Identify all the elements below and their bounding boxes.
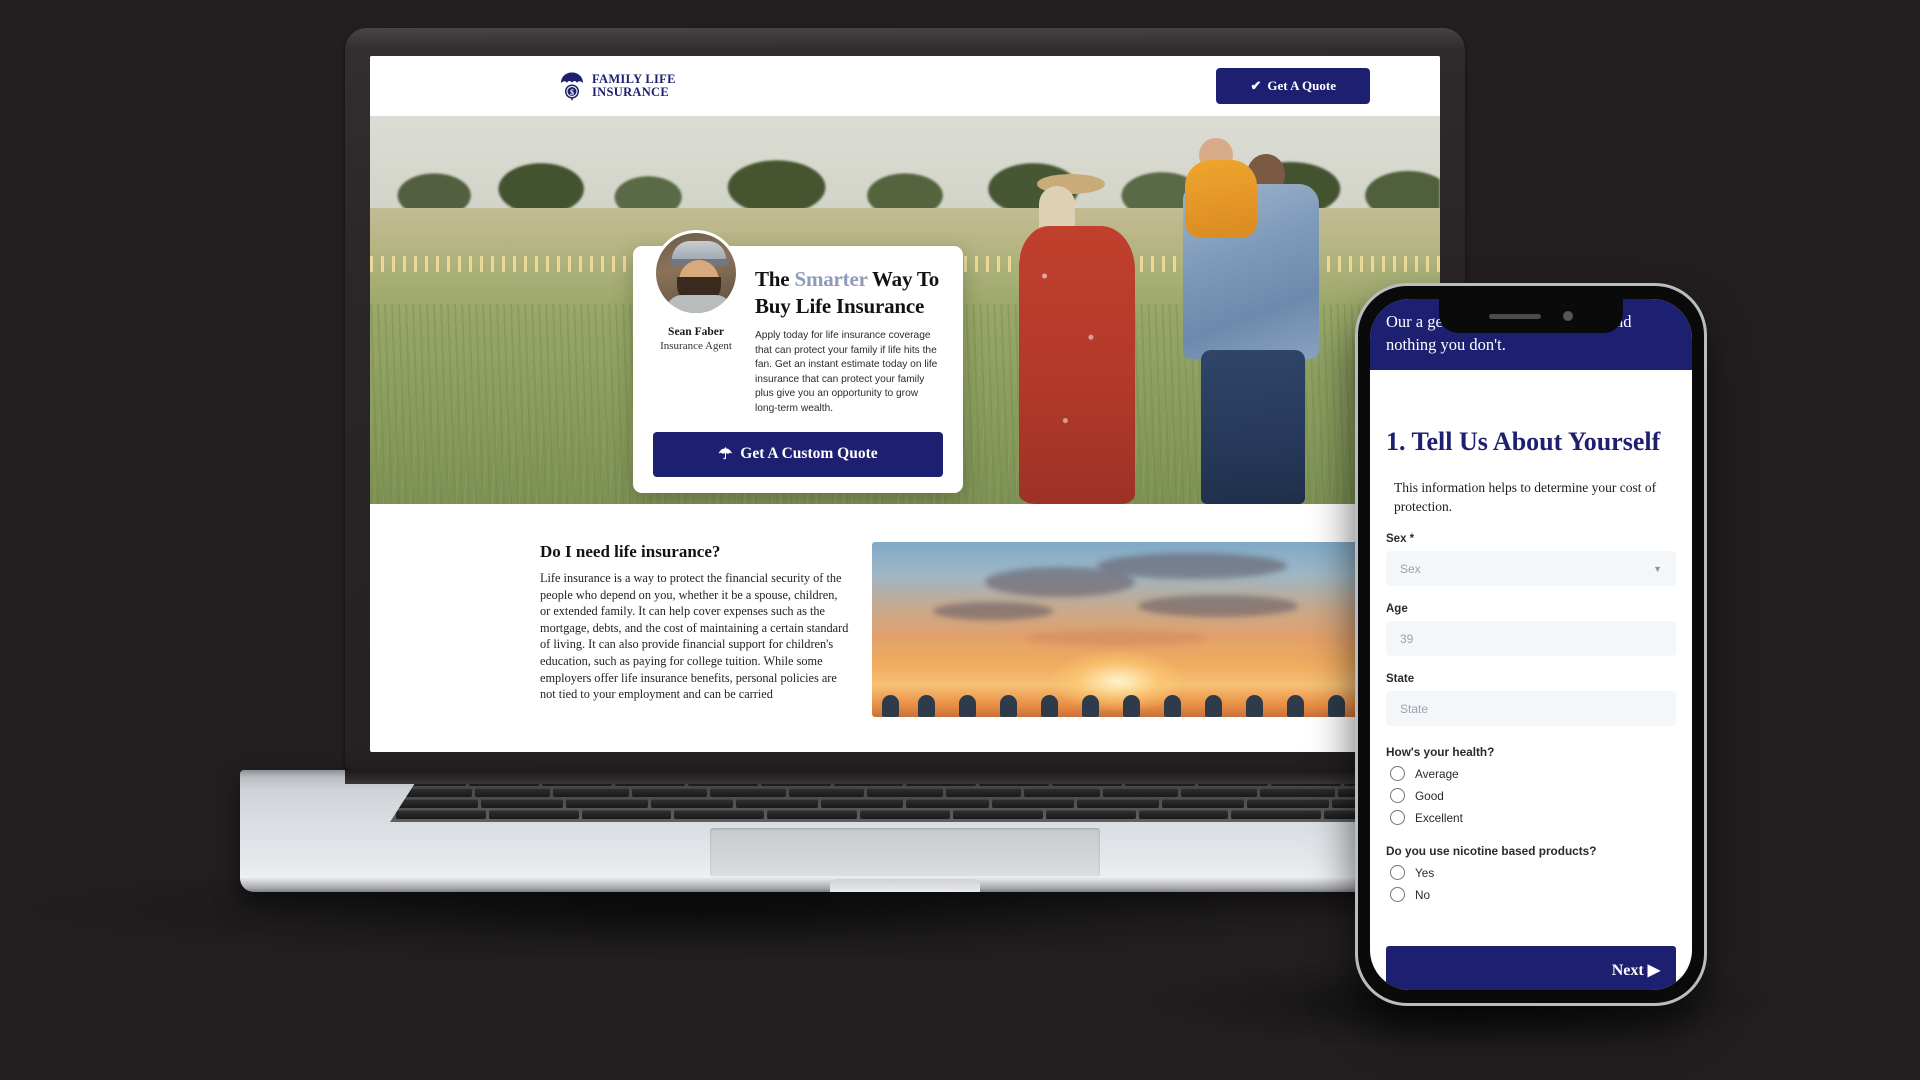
radio-label: No	[1415, 887, 1431, 902]
crowd-silhouettes	[872, 691, 1384, 717]
radio-icon[interactable]	[1390, 766, 1405, 781]
age-label: Age	[1386, 603, 1408, 615]
hero-figure-woman	[1017, 174, 1135, 504]
agent-name: Sean Faber	[668, 326, 724, 338]
phone-form: 1. Tell Us About Yourself This informati…	[1370, 422, 1692, 902]
get-a-quote-button[interactable]: ✔ Get A Quote	[1216, 68, 1370, 104]
get-custom-quote-button[interactable]: ☂ Get A Custom Quote	[653, 431, 943, 477]
laptop-screen: $ FAMILY LIFE INSURANCE ✔ Get A Quote Se…	[370, 56, 1440, 752]
chevron-down-icon: ▼	[1653, 563, 1662, 574]
sex-placeholder: Sex	[1400, 561, 1421, 576]
radio-label: Good	[1415, 788, 1444, 803]
article-body: Life insurance is a way to protect the f…	[540, 571, 849, 702]
laptop-base-notch	[830, 879, 980, 892]
play-triangle-icon: ▶	[1647, 962, 1660, 979]
radio-icon[interactable]	[1390, 810, 1405, 825]
state-input[interactable]: State	[1386, 691, 1676, 726]
laptop-device: $ FAMILY LIFE INSURANCE ✔ Get A Quote Se…	[240, 28, 1570, 892]
agent-role: Insurance Agent	[660, 340, 732, 352]
age-input[interactable]: 39	[1386, 621, 1676, 656]
form-heading: 1. Tell Us About Yourself	[1386, 427, 1661, 456]
field-group-sex: Sex * Sex ▼	[1386, 533, 1676, 586]
phone-screen: Our a get the coverage you need, and not…	[1370, 299, 1692, 990]
logo-text: FAMILY LIFE INSURANCE	[592, 71, 676, 99]
hero-title-accent: Smarter	[794, 267, 868, 291]
earpiece-speaker-icon	[1489, 313, 1541, 319]
radio-label: Yes	[1415, 865, 1435, 880]
agent-avatar	[653, 230, 739, 316]
radio-option-average[interactable]: Average	[1386, 766, 1676, 781]
age-placeholder: 39	[1400, 631, 1414, 646]
state-placeholder: State	[1400, 701, 1429, 716]
nicotine-question-label: Do you use nicotine based products?	[1386, 844, 1597, 858]
laptop-hinge	[345, 770, 1465, 784]
radio-option-no[interactable]: No	[1386, 887, 1676, 902]
umbrella-icon: ☂	[718, 445, 733, 463]
site-logo[interactable]: $ FAMILY LIFE INSURANCE	[559, 71, 676, 101]
hero-quote-card: Sean Faber Insurance Agent The Smarter W…	[633, 230, 963, 493]
article-heading: Do I need life insurance?	[540, 542, 721, 561]
hero-title: The Smarter Way To Buy Life Insurance	[755, 267, 940, 318]
get-a-quote-label: Get A Quote	[1267, 78, 1336, 93]
next-label: Next	[1611, 962, 1644, 979]
check-icon: ✔	[1250, 78, 1262, 93]
radio-label: Excellent	[1415, 810, 1463, 825]
laptop-trackpad	[710, 828, 1100, 878]
field-group-age: Age 39	[1386, 603, 1676, 656]
field-group-state: State State	[1386, 673, 1676, 726]
hero-section: Sean Faber Insurance Agent The Smarter W…	[370, 116, 1440, 504]
sunset-photo	[872, 542, 1384, 717]
radio-option-yes[interactable]: Yes	[1386, 865, 1676, 880]
radio-icon[interactable]	[1390, 788, 1405, 803]
article-section: Do I need life insurance? Life insurance…	[370, 504, 1440, 717]
health-question-label: How's your health?	[1386, 745, 1495, 759]
laptop-lid: $ FAMILY LIFE INSURANCE ✔ Get A Quote Se…	[345, 28, 1465, 770]
radio-label: Average	[1415, 766, 1459, 781]
agent-profile: Sean Faber Insurance Agent	[653, 230, 739, 417]
radio-option-good[interactable]: Good	[1386, 788, 1676, 803]
state-label: State	[1386, 673, 1415, 685]
radio-option-excellent[interactable]: Excellent	[1386, 810, 1676, 825]
next-button[interactable]: Next ▶	[1386, 946, 1676, 990]
phone-notch	[1439, 299, 1623, 333]
question-nicotine: Do you use nicotine based products? Yes …	[1386, 844, 1676, 902]
svg-text:$: $	[570, 88, 574, 97]
sex-label: Sex *	[1386, 533, 1415, 545]
front-camera-icon	[1563, 311, 1573, 321]
umbrella-logo-icon: $	[559, 71, 585, 101]
radio-icon[interactable]	[1390, 865, 1405, 880]
phone-device: Our a get the coverage you need, and not…	[1355, 283, 1707, 1006]
site-header: $ FAMILY LIFE INSURANCE ✔ Get A Quote	[370, 56, 1440, 116]
hero-figure-man-with-baby	[1175, 138, 1325, 504]
get-custom-quote-label: Get A Custom Quote	[740, 445, 878, 463]
hero-paragraph: Apply today for life insurance coverage …	[755, 330, 938, 414]
question-health: How's your health? Average Good Excellen…	[1386, 745, 1676, 825]
radio-icon[interactable]	[1390, 887, 1405, 902]
sex-select[interactable]: Sex ▼	[1386, 551, 1676, 586]
form-note: This information helps to determine your…	[1394, 480, 1657, 514]
